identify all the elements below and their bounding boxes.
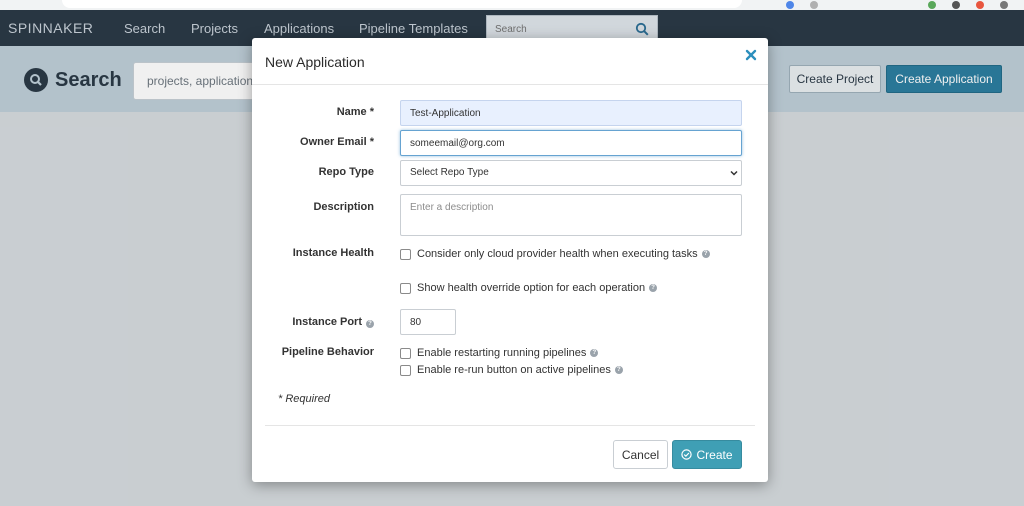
extension-icon[interactable]: [952, 1, 960, 9]
instance-health-label: Instance Health: [292, 247, 374, 259]
owner-email-label: Owner Email *: [300, 136, 374, 148]
help-icon[interactable]: ?: [701, 250, 710, 258]
extension-icon[interactable]: [1000, 1, 1008, 9]
repo-type-select[interactable]: Select Repo Type: [400, 160, 742, 186]
cancel-button[interactable]: Cancel: [613, 440, 668, 469]
close-icon[interactable]: [744, 48, 758, 62]
instance-port-field[interactable]: [400, 309, 456, 335]
help-icon[interactable]: ?: [366, 320, 374, 328]
health-option-cloud-provider: Consider only cloud provider health when…: [400, 247, 710, 261]
repo-type-label: Repo Type: [318, 166, 374, 178]
restart-pipelines-checkbox[interactable]: [400, 347, 411, 359]
extension-icon[interactable]: [976, 1, 984, 9]
description-label: Description: [313, 201, 374, 213]
cloud-provider-health-label: Consider only cloud provider health when…: [417, 248, 698, 260]
pipeline-option-restart: Enable restarting running pipelines ?: [400, 346, 599, 360]
cloud-provider-health-checkbox[interactable]: [400, 248, 411, 260]
footer-divider: [265, 425, 755, 426]
pipeline-option-rerun: Enable re-run button on active pipelines…: [400, 363, 623, 377]
new-application-modal: New Application Name * Owner Email * Rep…: [252, 38, 768, 482]
name-label: Name *: [336, 106, 374, 118]
description-field[interactable]: [400, 194, 742, 236]
rerun-button-checkbox[interactable]: [400, 364, 411, 376]
help-icon[interactable]: ?: [614, 366, 623, 374]
name-field[interactable]: [400, 100, 742, 126]
rerun-button-label: Enable re-run button on active pipelines: [417, 364, 611, 376]
health-option-override: Show health override option for each ope…: [400, 281, 658, 295]
browser-toolbar: [0, 0, 1024, 10]
create-button-label: Create: [696, 447, 733, 462]
extension-icon[interactable]: [928, 1, 936, 9]
owner-email-field[interactable]: [400, 130, 742, 156]
instance-port-label: Instance Port?: [292, 316, 374, 328]
restart-pipelines-label: Enable restarting running pipelines: [417, 347, 587, 359]
help-icon[interactable]: ?: [590, 349, 599, 357]
check-circle-icon: [681, 449, 693, 460]
required-note: * Required: [278, 393, 330, 405]
extension-icon[interactable]: [786, 1, 794, 9]
create-button[interactable]: Create: [672, 440, 742, 469]
modal-title: New Application: [265, 54, 365, 70]
pipeline-behavior-label: Pipeline Behavior: [281, 346, 374, 358]
extension-icon[interactable]: [810, 1, 818, 9]
health-override-label: Show health override option for each ope…: [417, 282, 646, 294]
help-icon[interactable]: ?: [649, 284, 658, 292]
address-bar[interactable]: [62, 0, 742, 8]
modal-header: New Application: [252, 38, 768, 85]
health-override-checkbox[interactable]: [400, 282, 411, 294]
